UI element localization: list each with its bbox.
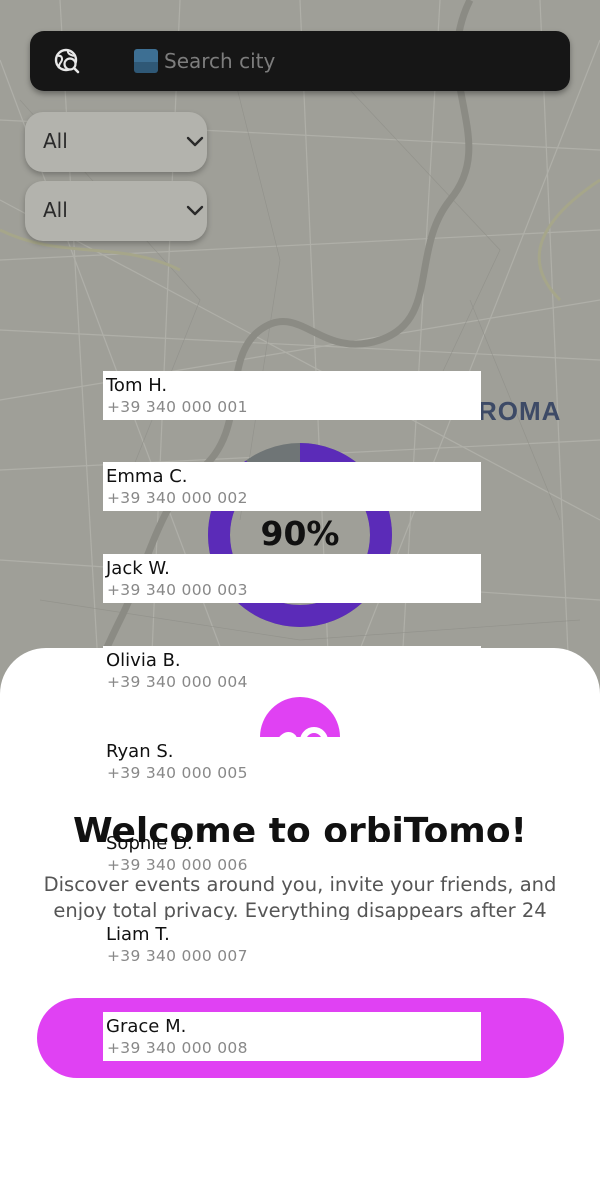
- contact-name: Sophie D.: [106, 833, 193, 854]
- filter-value: All: [43, 198, 68, 222]
- contact-phone: +39 340 000 007: [107, 947, 248, 965]
- contact-name: Tom H.: [106, 375, 168, 396]
- app-logo-icon: [260, 697, 340, 737]
- city-flag-icon: [134, 49, 158, 73]
- contact-item[interactable]: Jack W. +39 340 000 003: [103, 554, 481, 603]
- contact-phone: +39 340 000 004: [107, 673, 248, 691]
- contact-name: Emma C.: [106, 466, 188, 487]
- contact-name: Jack W.: [106, 558, 170, 579]
- chevron-down-icon: [186, 136, 204, 147]
- contact-item[interactable]: Liam T. +39 340 000 007: [103, 920, 481, 969]
- globe-search-icon[interactable]: [53, 47, 81, 75]
- contact-phone: +39 340 000 005: [107, 764, 248, 782]
- contact-name: Liam T.: [106, 924, 170, 945]
- contact-phone: +39 340 000 006: [107, 856, 248, 874]
- contact-item[interactable]: Ryan S. +39 340 000 005: [103, 737, 481, 786]
- welcome-description: Discover events around you, invite your …: [43, 873, 557, 920]
- progress-label: 90%: [260, 514, 340, 553]
- contact-name: Olivia B.: [106, 650, 181, 671]
- contact-phone: +39 340 000 003: [107, 581, 248, 599]
- search-input[interactable]: [164, 45, 564, 77]
- contact-item[interactable]: Sophie D. +39 340 000 006: [103, 829, 481, 878]
- chevron-down-icon: [186, 205, 204, 216]
- contact-item[interactable]: Tom H. +39 340 000 001: [103, 371, 481, 420]
- contact-phone: +39 340 000 002: [107, 489, 248, 507]
- filter-dropdown-1[interactable]: All: [25, 112, 207, 172]
- filter-value: All: [43, 129, 68, 153]
- city-search-bar[interactable]: [30, 31, 570, 91]
- contact-phone: +39 340 000 001: [107, 398, 248, 416]
- contact-item[interactable]: Olivia B. +39 340 000 004: [103, 646, 481, 695]
- filter-dropdown-2[interactable]: All: [25, 181, 207, 241]
- app-logo: [258, 695, 342, 737]
- map-city-label: ROMA: [478, 396, 562, 426]
- contact-item[interactable]: Emma C. +39 340 000 002: [103, 462, 481, 511]
- contact-name: Grace M.: [106, 1016, 187, 1037]
- contact-phone: +39 340 000 008: [107, 1039, 248, 1057]
- contact-name: Ryan S.: [106, 741, 174, 762]
- contact-item[interactable]: Grace M. +39 340 000 008: [103, 1012, 481, 1061]
